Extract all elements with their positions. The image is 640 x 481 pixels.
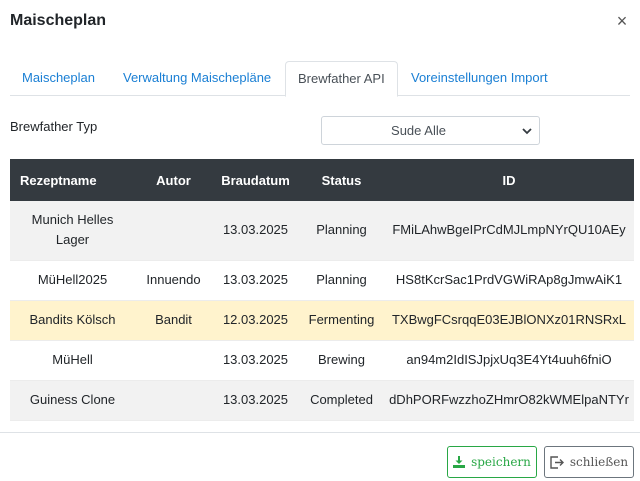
cell-braudatum: 12.03.2025 xyxy=(212,300,299,341)
brewfather-type-select[interactable]: Sude Alle xyxy=(321,116,540,145)
tab-maischeplan[interactable]: Maischeplan xyxy=(10,61,107,96)
tab-brewfather-api[interactable]: Brewfather API xyxy=(285,61,398,97)
save-button[interactable]: speichern xyxy=(447,446,537,478)
column-header-rezeptname[interactable]: Rezeptname xyxy=(10,159,135,201)
cell-rezeptname: MüHell xyxy=(10,340,135,381)
cell-status: Fermenting xyxy=(299,300,384,341)
cell-status: Brewing xyxy=(299,340,384,381)
cell-id: TXBwgFCsrqqE03EJBlONXz01RNSRxL xyxy=(384,300,634,341)
cell-rezeptname: Guiness Clone xyxy=(10,380,135,421)
cell-braudatum: 13.03.2025 xyxy=(212,340,299,381)
table-row[interactable]: Bandits Kölsch Bandit 12.03.2025 Ferment… xyxy=(10,300,634,341)
cell-id: HS8tKcrSac1PrdVGWiRAp8gJmwAiK1 xyxy=(384,260,634,301)
column-header-braudatum[interactable]: Braudatum xyxy=(212,159,299,201)
cell-id: an94m2IdISJpjxUq3E4Yt4uuh6fniO xyxy=(384,340,634,381)
brewfather-type-label: Brewfather Typ xyxy=(10,119,98,134)
cell-braudatum: 13.03.2025 xyxy=(212,380,299,421)
tab-voreinstellungen-import[interactable]: Voreinstellungen Import xyxy=(399,61,560,96)
modal-title: Maischeplan xyxy=(10,12,107,29)
table-row[interactable]: Guiness Clone 13.03.2025 Completed dDhPO… xyxy=(10,380,634,421)
cell-status: Completed xyxy=(299,380,384,421)
cell-rezeptname: MüHell2025 xyxy=(10,260,135,301)
table-row[interactable]: Munich Helles Lager 13.03.2025 Planning … xyxy=(10,201,634,261)
column-header-autor[interactable]: Autor xyxy=(135,159,212,201)
cell-id: FMiLAhwBgeIPrCdMJLmpNYrQU10AEy xyxy=(384,201,634,261)
cell-autor: Bandit xyxy=(135,300,212,341)
cell-status: Planning xyxy=(299,260,384,301)
cell-braudatum: 13.03.2025 xyxy=(212,201,299,261)
tab-verwaltung-maischeplaene[interactable]: Verwaltung Maischepläne xyxy=(111,61,283,96)
recipes-table: Rezeptname Autor Braudatum Status ID Mun… xyxy=(10,159,634,421)
table-header-row: Rezeptname Autor Braudatum Status ID xyxy=(10,159,634,201)
cell-autor xyxy=(135,201,212,261)
close-icon[interactable]: × xyxy=(614,12,630,30)
cell-status: Planning xyxy=(299,201,384,261)
cell-braudatum: 13.03.2025 xyxy=(212,260,299,301)
cell-autor: Innuendo xyxy=(135,260,212,301)
close-button-label: schließen xyxy=(569,455,629,469)
download-icon xyxy=(453,456,466,468)
exit-icon xyxy=(550,455,564,469)
cell-rezeptname: Munich Helles Lager xyxy=(10,201,135,261)
table-row[interactable]: MüHell 13.03.2025 Brewing an94m2IdISJpjx… xyxy=(10,340,634,381)
footer-divider xyxy=(0,432,640,433)
maischeplan-modal: Maischeplan × Maischeplan Verwaltung Mai… xyxy=(0,0,640,481)
close-button[interactable]: schließen xyxy=(544,446,634,478)
brewfather-type-selected: Sude Alle xyxy=(391,123,446,138)
cell-id: dDhPORFwzzhoZHmrO82kWMElpaNTYr xyxy=(384,380,634,421)
chevron-down-icon xyxy=(522,128,532,135)
column-header-id[interactable]: ID xyxy=(384,159,634,201)
column-header-status[interactable]: Status xyxy=(299,159,384,201)
table-row[interactable]: MüHell2025 Innuendo 13.03.2025 Planning … xyxy=(10,260,634,301)
save-button-label: speichern xyxy=(471,455,531,469)
cell-autor xyxy=(135,340,212,381)
cell-autor xyxy=(135,380,212,421)
cell-rezeptname: Bandits Kölsch xyxy=(10,300,135,341)
modal-header: Maischeplan × xyxy=(0,0,640,46)
tab-bar: Maischeplan Verwaltung Maischepläne Brew… xyxy=(10,61,630,97)
